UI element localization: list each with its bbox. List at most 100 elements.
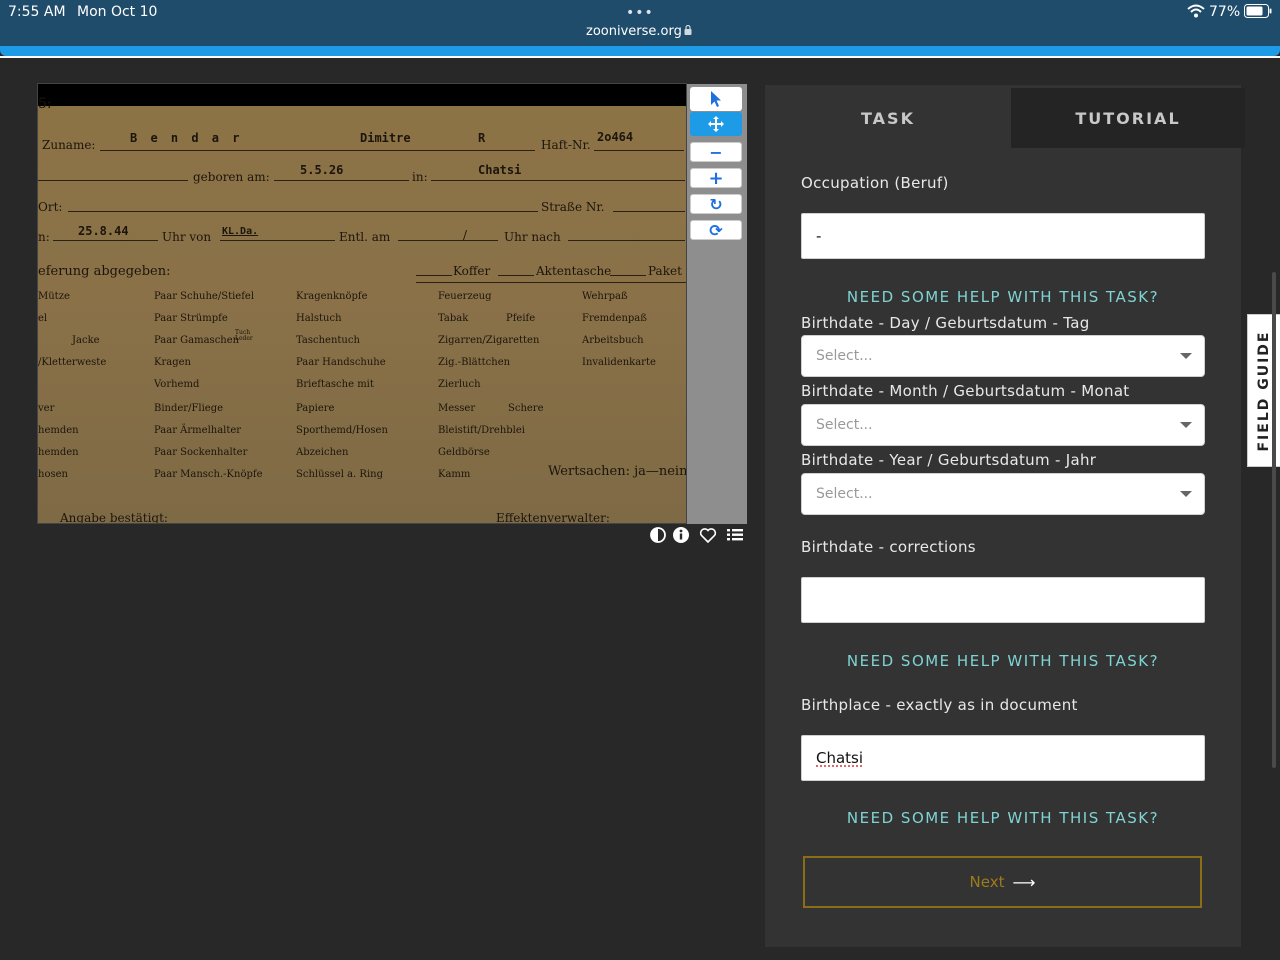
doc-col1-item: Mütze [38, 291, 70, 302]
next-button[interactable]: Next ⟶ [803, 856, 1202, 908]
zoom-in-button[interactable]: + [690, 167, 742, 189]
doc-angabe: Angabe bestätigt: [60, 511, 168, 524]
browser-dots-icon[interactable]: ••• [626, 6, 654, 20]
status-date: Mon Oct 10 [77, 4, 158, 20]
corrections-input[interactable] [801, 577, 1205, 623]
doc-col3-item: Halstuch [296, 313, 342, 324]
birthplace-input[interactable]: Chatsi [801, 735, 1205, 781]
doc-col2-item: Paar Sockenhalter [154, 447, 248, 458]
doc-col4b-item: Pfeife [506, 313, 536, 324]
tab-tutorial[interactable]: TUTORIAL [1011, 88, 1245, 148]
move-arrows-icon [708, 116, 724, 132]
doc-corner-mark: 5: [38, 96, 52, 112]
select-tool-button[interactable] [690, 87, 742, 111]
status-time: 7:55 AM [8, 4, 66, 20]
image-actions [648, 526, 748, 544]
doc-haft-label: Haft-Nr. [541, 138, 591, 152]
doc-aktentasche: Aktentasche [536, 264, 612, 278]
field-guide-label: FIELD GUIDE [1256, 329, 1272, 452]
contrast-icon[interactable] [649, 526, 667, 544]
rotate-button[interactable]: ↻ [690, 194, 742, 214]
doc-col4-item: Zigarren/Zigaretten [438, 335, 540, 346]
doc-geboren-label: geboren am: [193, 170, 270, 184]
next-label: Next [969, 873, 1005, 891]
pan-tool-button[interactable] [690, 112, 742, 136]
heart-icon[interactable] [699, 526, 717, 544]
doc-tuch-leder: Tuch Leder [235, 329, 253, 342]
doc-col4-item: Zig.-Blättchen [438, 357, 511, 368]
task-panel: TASK TUTORIAL Occupation (Beruf) - NEED … [765, 85, 1245, 947]
doc-col2-item: Binder/Fliege [154, 403, 224, 414]
doc-col5-item: Arbeitsbuch [582, 335, 644, 346]
url-bar[interactable]: zooniverse.org [586, 24, 682, 39]
doc-col1-item: ver [38, 403, 55, 414]
doc-col2-item: Kragen [154, 357, 191, 368]
reset-icon: ⟳ [709, 220, 723, 240]
birth-month-select[interactable]: Select... [801, 404, 1205, 446]
birth-day-select[interactable]: Select... [801, 335, 1205, 377]
doc-col1-item: el [38, 313, 48, 324]
zoom-out-button[interactable]: − [690, 142, 742, 162]
doc-abgegeben-label: eferung abgegeben: [38, 264, 171, 279]
rotate-icon: ↻ [709, 194, 723, 214]
doc-col3-item: Sporthemd/Hosen [296, 425, 388, 436]
birth-month-label: Birthdate - Month / Geburtsdatum - Monat [801, 382, 1130, 400]
help-link[interactable]: NEED SOME HELP WITH THIS TASK? [801, 652, 1205, 670]
scrollbar[interactable] [1272, 272, 1276, 768]
doc-uhr-von-label: Uhr von [162, 230, 212, 244]
birth-year-value: Select... [816, 486, 873, 502]
doc-col2-item: Paar Ärmelhalter [154, 425, 242, 436]
list-icon[interactable] [726, 526, 744, 544]
birthplace-value: Chatsi [816, 749, 864, 767]
doc-col5-item: Wehrpaß [582, 291, 628, 302]
doc-ort-label: Ort: [38, 200, 63, 214]
birth-year-label: Birthdate - Year / Geburtsdatum - Jahr [801, 451, 1097, 469]
tab-task[interactable]: TASK [765, 88, 1011, 148]
wifi-icon [1187, 4, 1205, 18]
birth-month-value: Select... [816, 417, 873, 433]
site-header-strip [0, 46, 1280, 56]
doc-col3-item: Paar Handschuhe [296, 357, 386, 368]
header-divider [0, 56, 1280, 58]
reset-view-button[interactable]: ⟳ [690, 220, 742, 240]
occupation-input[interactable]: - [801, 213, 1205, 259]
doc-col2-item: Paar Gamaschen [154, 335, 240, 346]
subject-image-viewer[interactable]: 5: Zuname: B e n d a r Dimitre R Haft-Nr… [37, 83, 687, 524]
doc-zuname-label: Zuname: [42, 138, 96, 152]
doc-col4-item: Tabak [438, 313, 469, 324]
occupation-label: Occupation (Beruf) [801, 174, 949, 192]
arrow-right-icon: ⟶ [1012, 872, 1036, 892]
doc-in-value: Chatsi [478, 163, 522, 177]
doc-col1-item: hemden [38, 425, 79, 436]
status-bar: 7:55 AM Mon Oct 10 ••• zooniverse.org 77… [0, 0, 1280, 46]
doc-col4-item: Messer [438, 403, 476, 414]
battery-icon [1244, 4, 1272, 18]
corrections-label: Birthdate - corrections [801, 538, 976, 556]
doc-date-value: 25.8.44 [78, 224, 129, 238]
help-link[interactable]: NEED SOME HELP WITH THIS TASK? [801, 288, 1205, 306]
doc-uhr-nach-label: Uhr nach [504, 230, 561, 244]
doc-col5-item: Invalidenkarte [582, 357, 656, 368]
doc-r-value: R [478, 131, 486, 145]
doc-col1-item: Jacke [72, 335, 100, 346]
info-icon[interactable] [672, 526, 690, 544]
doc-col3-item: Brieftasche mit [296, 379, 374, 390]
prisoner-record-card: 5: Zuname: B e n d a r Dimitre R Haft-Nr… [38, 96, 686, 524]
doc-col3-item: Taschentuch [296, 335, 360, 346]
doc-col4b-item: Schere [508, 403, 544, 414]
help-link[interactable]: NEED SOME HELP WITH THIS TASK? [801, 809, 1205, 827]
doc-von-value: KL.Da. [222, 226, 259, 237]
doc-col3-item: Papiere [296, 403, 335, 414]
doc-col2-item: Paar Schuhe/Stiefel [154, 291, 255, 302]
doc-haft-value: 2o464 [597, 130, 634, 144]
doc-koffer: Koffer [453, 264, 491, 278]
lock-icon [684, 25, 692, 35]
cursor-arrow-icon [711, 91, 721, 107]
birth-year-select[interactable]: Select... [801, 473, 1205, 515]
doc-zuname-value: B e n d a r [130, 131, 243, 145]
doc-col5-item: Fremdenpaß [582, 313, 647, 324]
plus-icon: + [708, 167, 724, 189]
doc-col3-item: Schlüssel a. Ring [296, 469, 383, 480]
doc-col4-item: Geldbörse [438, 447, 490, 458]
battery-percent: 77% [1209, 4, 1241, 20]
